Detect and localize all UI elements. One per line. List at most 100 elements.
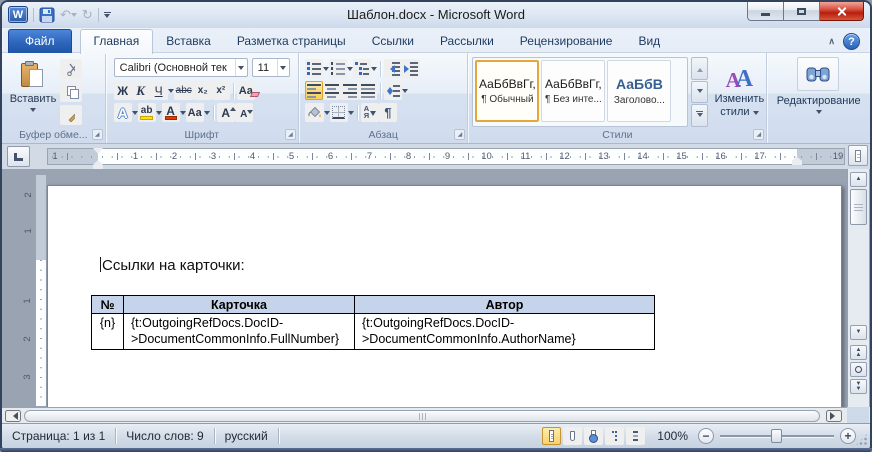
redo-button[interactable]: ↻ <box>82 6 93 24</box>
paste-button[interactable]: Вставить <box>10 57 56 133</box>
scroll-left-button[interactable] <box>5 410 21 422</box>
style-item-normal[interactable]: АаБбВвГг, ¶ Обычный <box>475 60 539 122</box>
zoom-slider[interactable] <box>720 427 834 445</box>
change-case-button[interactable]: Aa <box>186 103 204 122</box>
highlight-button[interactable]: ab <box>138 103 156 122</box>
tab-review[interactable]: Рецензирование <box>507 30 626 53</box>
line-spacing-button[interactable] <box>384 81 402 100</box>
multilevel-list-button[interactable] <box>353 59 371 78</box>
cut-button[interactable] <box>60 59 82 79</box>
view-print-layout-button[interactable] <box>542 427 561 445</box>
vertical-scroll-thumb[interactable] <box>850 189 867 225</box>
align-left-button[interactable] <box>305 81 323 100</box>
superscript-button[interactable]: x² <box>212 81 230 100</box>
status-word-count[interactable]: Число слов: 9 <box>116 429 213 443</box>
paragraph-dialog-launcher[interactable]: ◢ <box>454 129 465 140</box>
vertical-ruler[interactable]: 21 123 <box>35 174 47 407</box>
ruler-toggle-button[interactable] <box>848 145 868 166</box>
grow-font-button[interactable]: A <box>217 103 235 122</box>
format-painter-button[interactable] <box>60 105 82 125</box>
styles-scroll-down-button[interactable] <box>691 81 708 104</box>
view-web-layout-button[interactable] <box>584 427 603 445</box>
horizontal-scrollbar[interactable] <box>2 407 847 423</box>
justify-button[interactable] <box>359 81 377 100</box>
zoom-slider-thumb[interactable] <box>771 429 782 443</box>
save-button[interactable] <box>39 6 55 24</box>
style-item-heading[interactable]: АаБбВ Заголово... <box>607 60 671 122</box>
table-cell-card[interactable]: {t:OutgoingRefDocs.DocID->DocumentCommon… <box>124 314 355 350</box>
zoom-level[interactable]: 100% <box>647 429 696 443</box>
underline-button[interactable]: Ч <box>150 81 168 100</box>
subscript-button[interactable]: x₂ <box>194 81 212 100</box>
editing-dropdown-icon[interactable] <box>816 110 822 114</box>
table-header-card[interactable]: Карточка <box>124 296 355 314</box>
table-header-num[interactable]: № <box>92 296 124 314</box>
font-size-combo[interactable]: 11 <box>252 58 290 77</box>
document-page[interactable]: Ссылки на карточки: № Карточка Автор {n}… <box>47 185 842 407</box>
tab-mailings[interactable]: Рассылки <box>427 30 507 53</box>
tab-insert[interactable]: Вставка <box>153 30 224 53</box>
table-cell-author[interactable]: {t:OutgoingRefDocs.DocID->DocumentCommon… <box>355 314 655 350</box>
select-browse-object-button[interactable] <box>850 362 867 377</box>
close-button[interactable] <box>820 2 864 21</box>
increase-indent-button[interactable] <box>402 59 420 78</box>
table-cell-num[interactable]: {n} <box>92 314 124 350</box>
undo-button[interactable]: ↶ <box>60 6 77 24</box>
styles-dialog-launcher[interactable]: ◢ <box>753 129 764 140</box>
styles-more-button[interactable] <box>691 104 708 127</box>
multilevel-dropdown-icon[interactable] <box>371 67 377 71</box>
show-paragraph-marks-button[interactable]: ¶ <box>379 103 397 122</box>
horizontal-scroll-thumb[interactable] <box>24 410 820 422</box>
tab-home[interactable]: Главная <box>80 29 154 54</box>
decrease-indent-button[interactable] <box>384 59 402 78</box>
change-styles-button[interactable]: AA Изменить стили <box>714 57 764 135</box>
shading-button[interactable] <box>305 103 324 122</box>
tab-file[interactable]: Файл <box>8 29 72 53</box>
zoom-out-button[interactable]: − <box>698 428 714 444</box>
document-paragraph[interactable]: Ссылки на карточки: <box>100 257 245 274</box>
strikethrough-button[interactable]: abc <box>174 81 194 100</box>
highlight-dropdown-icon[interactable] <box>156 111 162 115</box>
bold-button[interactable]: Ж <box>114 81 132 100</box>
font-name-combo[interactable]: Calibri (Основной тек <box>114 58 248 77</box>
numbering-button[interactable] <box>329 59 347 78</box>
align-right-button[interactable] <box>341 81 359 100</box>
horizontal-ruler[interactable]: 1 1234567891011121314151617 19 <box>47 148 845 165</box>
minimize-ribbon-icon[interactable]: ∧ <box>828 36 835 47</box>
change-case-dropdown-icon[interactable] <box>204 111 210 115</box>
vertical-scrollbar[interactable]: ▲ ▼ ▲▲ ▼▼ <box>847 169 869 407</box>
borders-dropdown-icon[interactable] <box>348 111 354 115</box>
tab-stop-selector[interactable] <box>7 146 30 167</box>
copy-button[interactable] <box>60 82 82 102</box>
next-page-button[interactable]: ▼▼ <box>850 379 867 394</box>
font-color-button[interactable]: A <box>162 103 180 122</box>
status-language[interactable]: русский <box>215 429 278 443</box>
tab-references[interactable]: Ссылки <box>359 30 427 53</box>
view-outline-button[interactable] <box>605 427 624 445</box>
help-button[interactable]: ? <box>843 33 860 50</box>
underline-dropdown-icon[interactable] <box>168 89 174 93</box>
sort-button[interactable]: АЯ <box>361 103 379 122</box>
style-item-no-spacing[interactable]: АаБбВвГг, ¶ Без инте... <box>541 60 605 122</box>
editing-menu-button[interactable] <box>797 57 839 91</box>
bullets-button[interactable] <box>305 59 323 78</box>
font-dialog-launcher[interactable]: ◢ <box>285 129 296 140</box>
styles-scroll-up-button[interactable] <box>691 57 708 80</box>
text-effects-button[interactable]: A <box>114 103 132 122</box>
line-spacing-dropdown-icon[interactable] <box>402 89 408 93</box>
clear-formatting-button[interactable]: Aa <box>237 81 255 100</box>
scroll-down-button[interactable]: ▼ <box>850 325 867 340</box>
scroll-right-button[interactable] <box>826 410 842 422</box>
font-name-dropdown[interactable] <box>235 59 247 76</box>
shrink-font-button[interactable]: A <box>235 103 253 122</box>
minimize-button[interactable] <box>747 2 784 21</box>
tab-page-layout[interactable]: Разметка страницы <box>224 30 359 53</box>
status-page-indicator[interactable]: Страница: 1 из 1 <box>2 429 115 443</box>
table-header-author[interactable]: Автор <box>355 296 655 314</box>
text-effects-dropdown-icon[interactable] <box>132 111 138 115</box>
view-full-screen-reading-button[interactable] <box>563 427 582 445</box>
scroll-up-button[interactable]: ▲ <box>850 172 867 187</box>
align-center-button[interactable] <box>323 81 341 100</box>
clipboard-dialog-launcher[interactable]: ◢ <box>92 129 103 140</box>
font-color-dropdown-icon[interactable] <box>180 111 186 115</box>
